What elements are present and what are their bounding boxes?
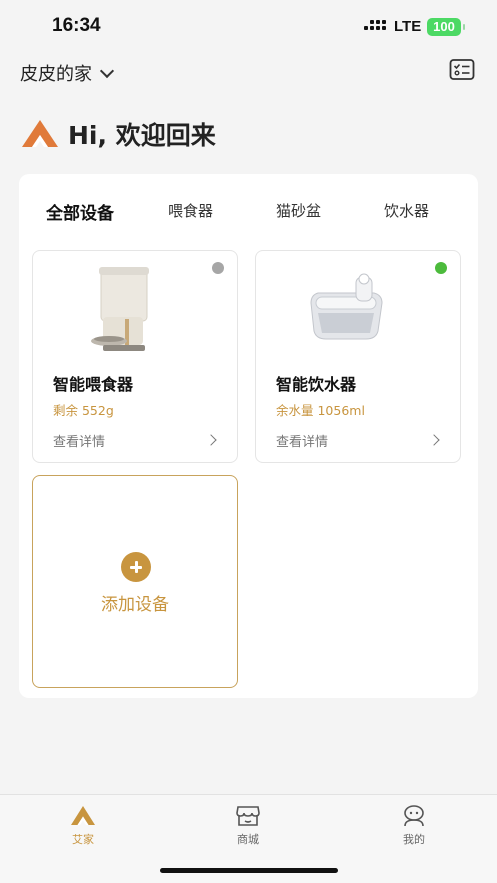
feeder-icon [91, 267, 149, 351]
nav-home-label: 艾家 [72, 833, 94, 846]
welcome-banner: Hi, 欢迎回来 [20, 116, 216, 152]
device-tabs: 全部设备 喂食器 猫砂盆 饮水器 [19, 200, 478, 226]
network-label: LTE [394, 18, 422, 35]
add-device-label: 添加设备 [101, 595, 169, 615]
battery-icon: 100 [427, 18, 465, 36]
store-icon [236, 806, 260, 826]
nav-home[interactable]: 艾家 [53, 805, 113, 847]
home-name: 皮皮的家 [20, 64, 92, 85]
nav-store[interactable]: 商城 [218, 805, 278, 847]
tab-water-fountain[interactable]: 饮水器 [384, 200, 429, 221]
view-details-link[interactable]: 查看详情 [53, 431, 105, 450]
brand-logo-icon [22, 120, 58, 147]
chevron-down-icon [99, 63, 115, 78]
status-bar: 16:34 LTE 100 [0, 0, 497, 54]
view-details-link[interactable]: 查看详情 [276, 431, 328, 450]
chevron-right-icon [428, 434, 440, 446]
status-time: 16:34 [52, 15, 101, 36]
chevron-right-icon [205, 434, 217, 446]
home-indicator [160, 868, 338, 873]
device-card-feeder[interactable]: 智能喂食器 剩余 552g 查看详情 [32, 250, 238, 463]
device-status: 余水量 1056ml [276, 403, 365, 418]
checklist-button[interactable] [449, 58, 475, 82]
plus-icon [121, 552, 151, 582]
add-device-button[interactable]: 添加设备 [32, 475, 238, 688]
battery-level: 100 [433, 19, 455, 34]
device-card-water-fountain[interactable]: 智能饮水器 余水量 1056ml 查看详情 [255, 250, 461, 463]
tab-feeder[interactable]: 喂食器 [168, 200, 213, 221]
welcome-text: Hi, 欢迎回来 [68, 121, 216, 150]
device-panel: 全部设备 喂食器 猫砂盆 饮水器 智能喂食器 剩余 552g 查看详情 智能饮水… [19, 174, 478, 698]
device-status: 剩余 552g [53, 403, 114, 418]
nav-store-label: 商城 [237, 833, 259, 846]
tab-all-devices[interactable]: 全部设备 [46, 199, 114, 224]
offline-status-dot [212, 262, 224, 274]
tab-litter-box[interactable]: 猫砂盆 [276, 200, 321, 221]
profile-icon [404, 805, 424, 827]
device-name: 智能喂食器 [53, 375, 134, 394]
checklist-icon [449, 59, 475, 80]
nav-profile[interactable]: 我的 [384, 805, 444, 847]
water-fountain-icon [310, 273, 383, 340]
signal-icon [364, 20, 388, 34]
home-selector[interactable]: 皮皮的家 [20, 60, 115, 86]
home-logo-icon [71, 806, 95, 825]
nav-profile-label: 我的 [403, 833, 425, 846]
online-status-dot [435, 262, 447, 274]
device-name: 智能饮水器 [276, 375, 357, 394]
